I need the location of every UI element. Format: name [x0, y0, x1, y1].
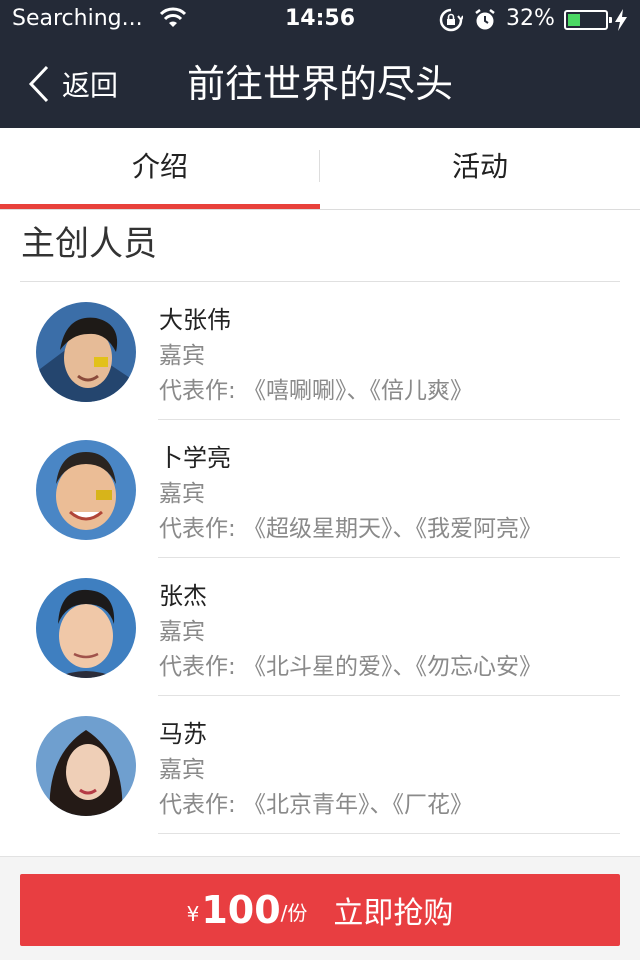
member-name: 大张伟 — [159, 306, 231, 334]
rotation-lock-icon — [439, 8, 463, 32]
member-name: 卜学亮 — [159, 444, 231, 472]
list-item[interactable]: 卜学亮 嘉宾 代表作: 《超级星期天》、《我爱阿亮》 — [0, 420, 640, 558]
charging-bolt-icon — [615, 9, 627, 31]
tab-bar: 介绍 活动 — [0, 128, 640, 210]
list-item[interactable]: 张杰 嘉宾 代表作: 《北斗星的爱》、《勿忘心安》 — [0, 558, 640, 696]
price-unit: /份 — [280, 901, 308, 925]
member-name: 张杰 — [159, 582, 207, 610]
top-bar: Searching... 14:56 32% 返回 前往世界的尽头 — [0, 0, 640, 128]
avatar — [36, 716, 136, 816]
app-screen: Searching... 14:56 32% 返回 前往世界的尽头 介绍 活动 … — [0, 0, 640, 960]
avatar — [36, 302, 136, 402]
member-role: 嘉宾 — [159, 481, 205, 507]
battery-icon — [564, 10, 612, 30]
section-title: 主创人员 — [21, 224, 157, 264]
avatar — [36, 578, 136, 678]
alarm-icon — [475, 9, 495, 30]
tab-selected-indicator — [0, 204, 320, 209]
buy-now-button[interactable]: ¥ 100 /份 立即抢购 — [20, 874, 620, 946]
member-works: 代表作: 《北斗星的爱》、《勿忘心安》 — [159, 654, 543, 680]
member-works: 代表作: 《超级星期天》、《我爱阿亮》 — [159, 516, 543, 542]
battery-level-fill — [568, 14, 580, 26]
page-title: 前往世界的尽头 — [186, 62, 453, 106]
battery-tip — [609, 17, 612, 23]
member-role: 嘉宾 — [159, 757, 205, 783]
avatar — [36, 440, 136, 540]
status-bar: Searching... 14:56 32% — [0, 0, 640, 40]
list-item[interactable]: 马苏 嘉宾 代表作: 《北京青年》、《厂花》 — [0, 696, 640, 834]
buy-now-label: 立即抢购 — [333, 896, 454, 931]
battery-percent: 32% — [506, 6, 555, 31]
member-works: 代表作: 《嘻唰唰》、《倍儿爽》 — [159, 378, 474, 404]
currency-symbol: ¥ — [186, 902, 200, 926]
tab-intro[interactable]: 介绍 — [0, 128, 320, 209]
member-name: 马苏 — [159, 720, 207, 748]
member-list: 大张伟 嘉宾 代表作: 《嘻唰唰》、《倍儿爽》 卜学亮 嘉宾 代表作: 《超级星… — [0, 282, 640, 834]
member-role: 嘉宾 — [159, 619, 205, 645]
member-works: 代表作: 《北京青年》、《厂花》 — [159, 792, 474, 818]
divider — [158, 833, 620, 834]
list-item[interactable]: 大张伟 嘉宾 代表作: 《嘻唰唰》、《倍儿爽》 — [0, 282, 640, 420]
price-value: 100 — [201, 888, 281, 932]
member-role: 嘉宾 — [159, 343, 205, 369]
tab-activity[interactable]: 活动 — [320, 128, 640, 209]
